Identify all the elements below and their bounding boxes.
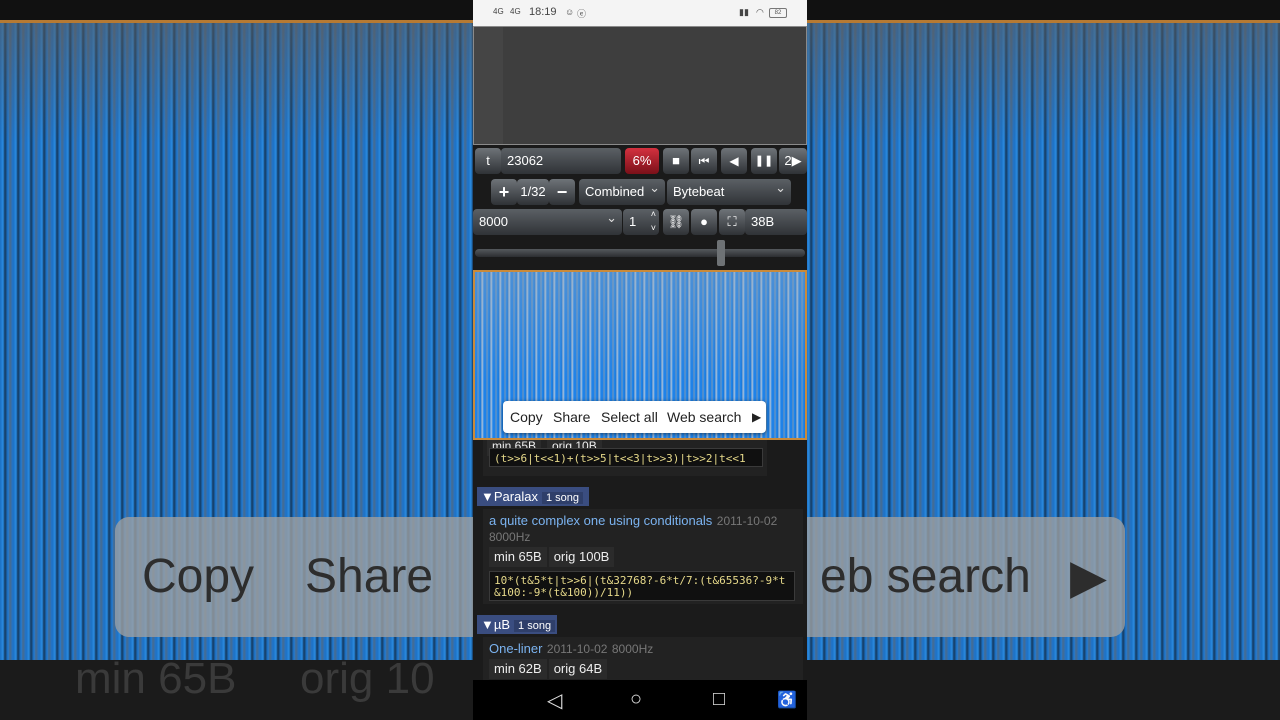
play-backward-icon: ◀ [729,154,739,168]
scale-down-button[interactable]: − [549,179,575,205]
sample-rate-select[interactable]: 8000 [473,205,622,235]
song-rate: 8000Hz [489,530,531,544]
plus-icon: + [498,182,510,202]
stepper-value: 1 [629,214,637,229]
pause-icon: ❚❚ [754,155,774,167]
select-all-menu-item[interactable]: Select all [601,409,658,425]
library-entry: min 65B orig 10B (t>>6|t<<1)+(t>>5|t<<3|… [483,440,767,476]
library-entry: One-liner 2011-10-02 8000Hz min 62B orig … [483,637,803,680]
song-count: 1 song [514,620,556,632]
stepper-down-icon[interactable]: ˅ [651,215,656,241]
recents-icon[interactable]: □ [713,688,725,711]
group-header-paralax[interactable]: ▼Paralax 1 song [477,487,589,506]
line-number-gutter [474,27,503,144]
home-icon[interactable]: ○ [630,688,642,711]
background-share-text: Share [305,550,434,603]
play-forward-icon: ▶ [791,153,802,168]
web-search-menu-item[interactable]: Web search [667,409,741,425]
group-name: ▼Paralax [481,489,538,504]
stereo-stepper[interactable]: 1 ˄ ˅ [623,209,659,235]
accessibility-icon[interactable]: ♿ [777,690,797,710]
volume-button[interactable]: 6% [625,148,659,174]
status-time: 18:19 [529,6,557,18]
min-size-tag: min 65B [489,547,547,567]
record-icon: ● [700,214,708,229]
copy-menu-item[interactable]: Copy [510,409,543,425]
play-backward-button[interactable]: ◀ [721,148,747,174]
fullscreen-icon: ⛶ [727,214,737,229]
slider-handle[interactable] [717,240,725,266]
song-title[interactable]: a quite complex one using conditionals [489,513,712,528]
code-snippet[interactable]: (t>>6|t<<1)+(t>>5|t<<3|t>>3)|t>>2|t<<1 [489,448,763,467]
background-more-icon: ▶ [1070,551,1107,604]
rewind-start-icon: ⏮ [698,154,710,168]
playback-slider[interactable] [475,249,805,257]
share-link-button[interactable]: ⛓ [663,209,689,235]
app-notification-icon: ☺ [565,7,575,17]
song-title[interactable]: One-liner [489,641,542,656]
song-count: 1 song [541,492,583,504]
orig-size-tag: orig 100B [548,547,615,567]
share-menu-item[interactable]: Share [553,409,590,425]
signal-2-label: 4G [510,7,521,16]
orig-size-tag: orig 64B [548,659,608,679]
background-copy-text: Copy [142,550,255,603]
background-min-text: min 65B [75,654,237,703]
more-menu-icon[interactable]: ▶ [752,410,761,424]
speed-button[interactable]: 2▶ [779,148,807,174]
navigation-bar: ◁ ○ □ ♿ [473,680,807,720]
group-header-ub[interactable]: ▼µB 1 song [477,615,557,634]
wifi-icon: ◠ [756,7,764,17]
stop-icon: ■ [672,153,680,168]
song-library: min 65B orig 10B (t>>6|t<<1)+(t>>5|t<<3|… [473,440,807,680]
record-button[interactable]: ● [691,209,717,235]
rewind-to-start-button[interactable]: ⏮ [691,148,717,174]
minus-icon: − [556,182,568,202]
min-size-tag: min 62B [489,659,547,679]
song-rate: 8000Hz [611,642,654,656]
stop-button[interactable]: ■ [663,148,689,174]
battery-icon: 82 [769,8,787,18]
type-select[interactable]: Bytebeat [667,175,791,205]
song-date: 2011-10-02 [546,642,608,656]
background-web-search-text: eb search [820,550,1031,603]
pause-button[interactable]: ❚❚ [751,148,777,174]
back-icon[interactable]: ◁ [547,688,562,713]
code-size-label: 38B [745,209,807,235]
notification-icon: ⓔ [577,9,587,19]
scale-up-button[interactable]: + [491,179,517,205]
song-date: 2011-10-02 [716,514,778,528]
background-orig-text: orig 10 [300,654,435,703]
fullscreen-button[interactable]: ⛶ [719,209,745,235]
time-input[interactable]: 23062 [501,148,621,174]
group-name: ▼µB [481,617,511,632]
signal-1-label: 4G [493,7,504,16]
speed-value: 2 [784,153,792,168]
code-editor[interactable] [473,26,807,145]
status-bar: 4G 4G 18:19 ☺ ⓔ ▮▮ ◠ 82 [473,0,807,26]
time-label: t [475,148,501,174]
link-icon: ⛓ [667,214,685,229]
library-entry: a quite complex one using conditionals 2… [483,509,803,604]
text-selection-menu: Copy Share Select all Web search ▶ [503,401,766,433]
volte-icon: ▮▮ [739,7,749,17]
phone-screen: 4G 4G 18:19 ☺ ⓔ ▮▮ ◠ 82 t 23062 6% ■ ⏮ ◀… [473,0,807,720]
scale-value: 1/32 [517,179,549,205]
code-snippet[interactable]: 10*(t&5*t|t>>6|(t&32768?-6*t/7:(t&65536?… [489,571,795,601]
